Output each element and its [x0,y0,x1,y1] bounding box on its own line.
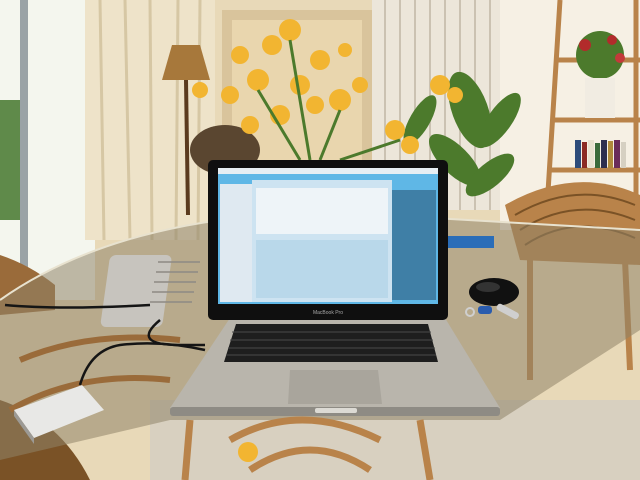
door-frame [20,0,28,290]
blue-device [448,236,494,248]
fallen-flower [238,442,258,462]
photo-scene: MacBook Pro [0,0,640,480]
outside-lawn [0,100,20,220]
trackpad [288,370,382,404]
screen-list [256,188,388,234]
wireless-mouse-icon [469,278,519,306]
keyboard [224,324,438,362]
laptop-brand-label: MacBook Pro [313,310,343,316]
screen-sidebar [220,184,252,302]
screen-preview [256,240,388,298]
screen-menubar [218,168,438,174]
screen-reflection [392,190,436,300]
laptop-notch [315,408,357,413]
